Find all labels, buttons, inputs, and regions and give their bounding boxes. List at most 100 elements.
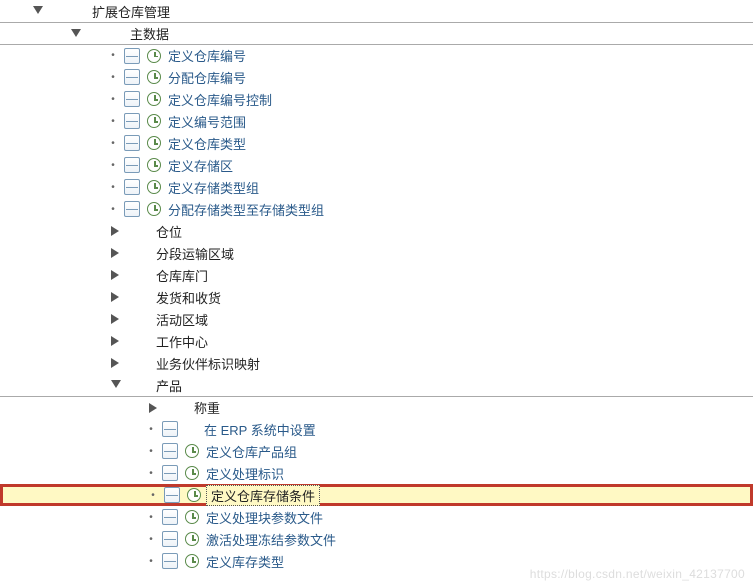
collapse-toggle-icon[interactable] [108, 223, 124, 239]
tree-node[interactable]: • 定义仓库类型 [0, 132, 753, 154]
tree-node[interactable]: • 定义仓库编号 [0, 44, 753, 66]
tree-node-product[interactable]: 产品 [0, 374, 753, 396]
execute-icon[interactable] [182, 529, 202, 549]
tree-label: 定义存储区 [166, 156, 235, 175]
execute-icon[interactable] [182, 551, 202, 571]
execute-icon[interactable] [144, 155, 164, 175]
tree-label: 定义仓库产品组 [204, 442, 299, 461]
execute-icon[interactable] [184, 485, 204, 505]
document-icon[interactable] [122, 111, 142, 131]
tree-node-master-data[interactable]: 主数据 [0, 22, 753, 44]
execute-icon[interactable] [182, 441, 202, 461]
expand-toggle-icon[interactable] [68, 26, 84, 42]
tree-node-highlighted[interactable]: • 定义仓库存储条件 [0, 484, 753, 506]
document-icon[interactable] [122, 67, 142, 87]
tree-label: 发货和收货 [154, 288, 223, 307]
tree-label: 产品 [154, 376, 184, 395]
bullet-icon: • [108, 88, 118, 110]
bullet-icon: • [146, 462, 156, 484]
tree-label: 扩展仓库管理 [90, 2, 172, 21]
tree-node[interactable]: • 定义仓库产品组 [0, 440, 753, 462]
document-icon[interactable] [122, 155, 142, 175]
bullet-icon: • [108, 154, 118, 176]
document-icon[interactable] [162, 485, 182, 505]
tree-label: 仓位 [154, 222, 184, 241]
tree-node[interactable]: • 分配仓库编号 [0, 66, 753, 88]
document-icon[interactable] [122, 46, 142, 66]
bullet-icon: • [108, 176, 118, 198]
tree-node[interactable]: 发货和收货 [0, 286, 753, 308]
tree-node[interactable]: 仓库库门 [0, 264, 753, 286]
collapse-toggle-icon[interactable] [108, 355, 124, 371]
tree-node[interactable]: • 定义存储类型组 [0, 176, 753, 198]
tree-node[interactable]: • 定义编号范围 [0, 110, 753, 132]
tree-label: 激活处理冻结参数文件 [204, 530, 338, 549]
tree-label: 定义仓库编号控制 [166, 90, 274, 109]
document-icon[interactable] [160, 463, 180, 483]
execute-icon[interactable] [144, 67, 164, 87]
expand-toggle-icon[interactable] [108, 377, 124, 393]
tree-node[interactable]: • 激活处理冻结参数文件 [0, 528, 753, 550]
tree-node[interactable]: 仓位 [0, 220, 753, 242]
bullet-icon: • [108, 132, 118, 154]
tree-label: 定义仓库类型 [166, 134, 248, 153]
collapse-toggle-icon[interactable] [108, 267, 124, 283]
tree-label: 工作中心 [154, 332, 210, 351]
tree-node[interactable]: 业务伙伴标识映射 [0, 352, 753, 374]
tree-node[interactable]: 称重 [0, 396, 753, 418]
bullet-icon: • [108, 66, 118, 88]
bullet-icon: • [146, 418, 156, 440]
document-icon[interactable] [160, 551, 180, 571]
document-icon[interactable] [160, 441, 180, 461]
execute-icon[interactable] [182, 507, 202, 527]
document-icon[interactable] [122, 177, 142, 197]
tree-label: 定义仓库存储条件 [206, 485, 320, 506]
bullet-icon: • [146, 550, 156, 572]
document-icon[interactable] [122, 199, 142, 219]
document-icon[interactable] [122, 89, 142, 109]
collapse-toggle-icon[interactable] [108, 289, 124, 305]
tree-node[interactable]: 分段运输区域 [0, 242, 753, 264]
execute-icon[interactable] [144, 46, 164, 66]
tree-label: 分配存储类型至存储类型组 [166, 200, 326, 219]
tree-node-root[interactable]: 扩展仓库管理 [0, 0, 753, 22]
execute-icon[interactable] [144, 177, 164, 197]
tree-label: 仓库库门 [154, 266, 210, 285]
tree-label: 活动区域 [154, 310, 210, 329]
execute-icon[interactable] [182, 463, 202, 483]
tree-node[interactable]: • 定义处理标识 [0, 462, 753, 484]
document-icon[interactable] [160, 529, 180, 549]
bullet-icon: • [148, 484, 158, 506]
tree-node[interactable]: • 在 ERP 系统中设置 [0, 418, 753, 440]
document-icon[interactable] [122, 133, 142, 153]
tree-label: 定义处理标识 [204, 464, 286, 483]
tree-label: 定义处理块参数文件 [204, 508, 325, 527]
bullet-icon: • [146, 506, 156, 528]
collapse-toggle-icon[interactable] [108, 311, 124, 327]
execute-icon[interactable] [144, 111, 164, 131]
execute-icon[interactable] [144, 199, 164, 219]
bullet-icon: • [146, 528, 156, 550]
document-icon[interactable] [160, 419, 180, 439]
watermark: https://blog.csdn.net/weixin_42137700 [530, 567, 745, 581]
collapse-toggle-icon[interactable] [108, 333, 124, 349]
tree-label: 在 ERP 系统中设置 [202, 420, 318, 439]
expand-toggle-icon[interactable] [30, 3, 46, 19]
collapse-toggle-icon[interactable] [146, 400, 162, 416]
collapse-toggle-icon[interactable] [108, 245, 124, 261]
tree-label: 分段运输区域 [154, 244, 236, 263]
tree-label: 分配仓库编号 [166, 68, 248, 87]
tree-node[interactable]: 工作中心 [0, 330, 753, 352]
tree-node[interactable]: • 分配存储类型至存储类型组 [0, 198, 753, 220]
tree-node[interactable]: • 定义处理块参数文件 [0, 506, 753, 528]
tree-node[interactable]: • 定义存储区 [0, 154, 753, 176]
tree-label: 定义编号范围 [166, 112, 248, 131]
execute-icon[interactable] [144, 89, 164, 109]
bullet-icon: • [108, 110, 118, 132]
bullet-icon: • [108, 198, 118, 220]
bullet-icon: • [108, 45, 118, 67]
execute-icon[interactable] [144, 133, 164, 153]
tree-node[interactable]: • 定义仓库编号控制 [0, 88, 753, 110]
tree-node[interactable]: 活动区域 [0, 308, 753, 330]
document-icon[interactable] [160, 507, 180, 527]
